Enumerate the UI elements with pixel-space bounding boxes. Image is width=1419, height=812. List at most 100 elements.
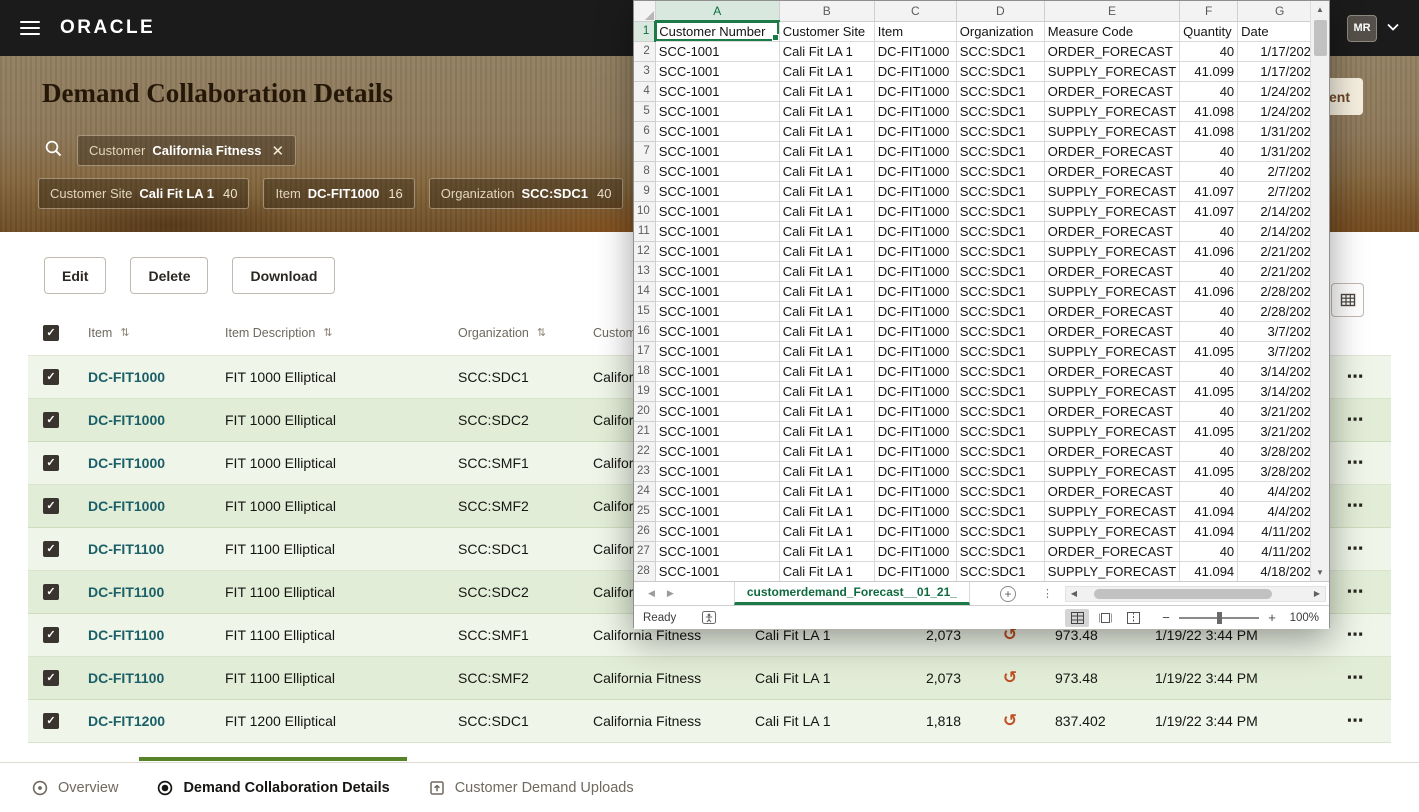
manage-columns-button[interactable] bbox=[1331, 283, 1364, 317]
sort-icon[interactable]: ⇅ bbox=[537, 326, 546, 339]
excel-cell[interactable]: Cali Fit LA 1 bbox=[779, 401, 875, 422]
customer-filter-chip[interactable]: Customer California Fitness ✕ bbox=[77, 135, 297, 166]
excel-cell[interactable]: 41.095 bbox=[1179, 461, 1239, 482]
excel-cell[interactable]: DC-FIT1000 bbox=[874, 301, 957, 322]
excel-cell[interactable]: Organization bbox=[956, 21, 1045, 42]
excel-cell[interactable]: DC-FIT1000 bbox=[874, 221, 957, 242]
excel-cell[interactable]: Cali Fit LA 1 bbox=[779, 421, 875, 442]
excel-cell[interactable]: 41.098 bbox=[1179, 121, 1239, 142]
excel-cell[interactable]: SCC-1001 bbox=[655, 381, 780, 402]
excel-cell[interactable]: DC-FIT1000 bbox=[874, 381, 957, 402]
item-link[interactable]: DC-FIT1000 bbox=[88, 498, 165, 514]
excel-cell[interactable]: SUPPLY_FORECAST bbox=[1044, 241, 1181, 262]
vertical-scroll-thumb[interactable] bbox=[1313, 20, 1327, 56]
excel-cell[interactable]: Cali Fit LA 1 bbox=[779, 381, 875, 402]
excel-cell[interactable]: 40 bbox=[1179, 41, 1239, 62]
horizontal-scroll-thumb[interactable] bbox=[1093, 588, 1272, 599]
item-link[interactable]: DC-FIT1100 bbox=[88, 584, 164, 600]
excel-cell[interactable]: 40 bbox=[1179, 541, 1239, 562]
excel-cell[interactable]: Cali Fit LA 1 bbox=[779, 281, 875, 302]
excel-cell[interactable]: DC-FIT1000 bbox=[874, 61, 957, 82]
excel-cell[interactable]: SCC-1001 bbox=[655, 501, 780, 522]
zoom-in-icon[interactable]: + bbox=[1267, 610, 1277, 625]
excel-cell[interactable]: 40 bbox=[1179, 161, 1239, 182]
excel-cell[interactable]: SCC:SDC1 bbox=[956, 261, 1045, 282]
item-link[interactable]: DC-FIT1100 bbox=[88, 541, 164, 557]
column-header-item-description[interactable]: Item Description bbox=[225, 326, 315, 340]
excel-row-header[interactable]: 5 bbox=[634, 101, 656, 122]
excel-cell[interactable]: DC-FIT1000 bbox=[874, 141, 957, 162]
excel-cell[interactable]: 41.095 bbox=[1179, 341, 1239, 362]
item-link[interactable]: DC-FIT1100 bbox=[88, 670, 164, 686]
excel-cell[interactable]: 41.098 bbox=[1179, 101, 1239, 122]
excel-cell[interactable]: Customer Site bbox=[779, 21, 875, 42]
row-actions-button[interactable]: ⋯ bbox=[1320, 668, 1391, 688]
excel-cell[interactable]: SUPPLY_FORECAST bbox=[1044, 201, 1181, 222]
excel-cell[interactable]: ORDER_FORECAST bbox=[1044, 481, 1181, 502]
excel-row-header[interactable]: 2 bbox=[634, 41, 656, 62]
excel-cell[interactable]: SCC:SDC1 bbox=[956, 501, 1045, 522]
row-actions-button[interactable]: ⋯ bbox=[1320, 539, 1391, 559]
excel-cell[interactable]: SCC-1001 bbox=[655, 361, 780, 382]
excel-cell[interactable]: Item bbox=[874, 21, 957, 42]
excel-cell[interactable]: Measure Code bbox=[1044, 21, 1181, 42]
row-actions-button[interactable]: ⋯ bbox=[1320, 582, 1391, 602]
excel-cell[interactable]: Cali Fit LA 1 bbox=[779, 261, 875, 282]
excel-cell[interactable]: DC-FIT1000 bbox=[874, 121, 957, 142]
excel-cell[interactable]: 41.097 bbox=[1179, 201, 1239, 222]
excel-row-header[interactable]: 1 bbox=[634, 21, 657, 42]
excel-cell[interactable]: SUPPLY_FORECAST bbox=[1044, 461, 1181, 482]
excel-cell[interactable]: SUPPLY_FORECAST bbox=[1044, 521, 1181, 542]
item-link[interactable]: DC-FIT1000 bbox=[88, 369, 165, 385]
excel-cell[interactable]: SUPPLY_FORECAST bbox=[1044, 421, 1181, 442]
excel-cell[interactable]: SCC-1001 bbox=[655, 121, 780, 142]
excel-cell[interactable]: DC-FIT1000 bbox=[874, 521, 957, 542]
item-link[interactable]: DC-FIT1100 bbox=[88, 627, 164, 643]
excel-cell[interactable]: Quantity bbox=[1179, 21, 1239, 42]
column-header-organization[interactable]: Organization bbox=[458, 326, 529, 340]
excel-cell[interactable]: DC-FIT1000 bbox=[874, 501, 957, 522]
excel-cell[interactable]: ORDER_FORECAST bbox=[1044, 221, 1181, 242]
excel-cell[interactable]: ORDER_FORECAST bbox=[1044, 141, 1181, 162]
page-layout-view-button[interactable] bbox=[1093, 609, 1117, 627]
excel-cell[interactable]: ORDER_FORECAST bbox=[1044, 321, 1181, 342]
excel-cell[interactable]: SCC-1001 bbox=[655, 441, 780, 462]
excel-column-header[interactable]: B bbox=[779, 1, 875, 22]
excel-cell[interactable]: 40 bbox=[1179, 81, 1239, 102]
accessibility-checker-icon[interactable] bbox=[702, 611, 717, 624]
excel-cell[interactable]: SCC:SDC1 bbox=[956, 401, 1045, 422]
row-actions-button[interactable]: ⋯ bbox=[1320, 625, 1391, 645]
excel-cell[interactable]: DC-FIT1000 bbox=[874, 561, 957, 581]
excel-cell[interactable]: DC-FIT1000 bbox=[874, 421, 957, 442]
excel-cell[interactable]: SCC:SDC1 bbox=[956, 201, 1045, 222]
excel-cell[interactable]: SCC:SDC1 bbox=[956, 421, 1045, 442]
excel-cell[interactable]: SCC:SDC1 bbox=[956, 81, 1045, 102]
search-icon[interactable] bbox=[44, 139, 63, 163]
excel-cell[interactable]: SCC:SDC1 bbox=[956, 181, 1045, 202]
chip-close-icon[interactable]: ✕ bbox=[271, 142, 284, 160]
excel-cell[interactable]: Cali Fit LA 1 bbox=[779, 121, 875, 142]
chevron-down-icon[interactable] bbox=[1387, 22, 1399, 34]
row-checkbox[interactable] bbox=[43, 498, 59, 514]
sort-icon[interactable]: ⇅ bbox=[323, 326, 332, 339]
excel-cell[interactable]: ORDER_FORECAST bbox=[1044, 361, 1181, 382]
excel-cell[interactable]: DC-FIT1000 bbox=[874, 201, 957, 222]
sort-icon[interactable]: ⇅ bbox=[120, 326, 129, 339]
row-checkbox[interactable] bbox=[43, 541, 59, 557]
excel-cell[interactable]: SCC:SDC1 bbox=[956, 321, 1045, 342]
excel-row-header[interactable]: 26 bbox=[634, 521, 656, 542]
excel-cell[interactable]: SCC-1001 bbox=[655, 141, 780, 162]
excel-cell[interactable]: SCC:SDC1 bbox=[956, 541, 1045, 562]
excel-column-header[interactable]: A bbox=[655, 1, 780, 22]
excel-cell[interactable]: Cali Fit LA 1 bbox=[779, 141, 875, 162]
excel-cell[interactable]: SCC-1001 bbox=[655, 281, 780, 302]
excel-cell[interactable]: SCC:SDC1 bbox=[956, 101, 1045, 122]
customer-site-filter-chip[interactable]: Customer Site Cali Fit LA 1 40 bbox=[38, 178, 250, 209]
excel-row-header[interactable]: 23 bbox=[634, 461, 656, 482]
excel-cell[interactable]: SCC-1001 bbox=[655, 461, 780, 482]
excel-cell[interactable]: SCC-1001 bbox=[655, 181, 780, 202]
excel-cell[interactable]: Cali Fit LA 1 bbox=[779, 461, 875, 482]
zoom-slider-thumb[interactable] bbox=[1217, 611, 1222, 624]
organization-filter-chip[interactable]: Organization SCC:SDC1 40 bbox=[428, 178, 624, 209]
item-link[interactable]: DC-FIT1000 bbox=[88, 412, 165, 428]
